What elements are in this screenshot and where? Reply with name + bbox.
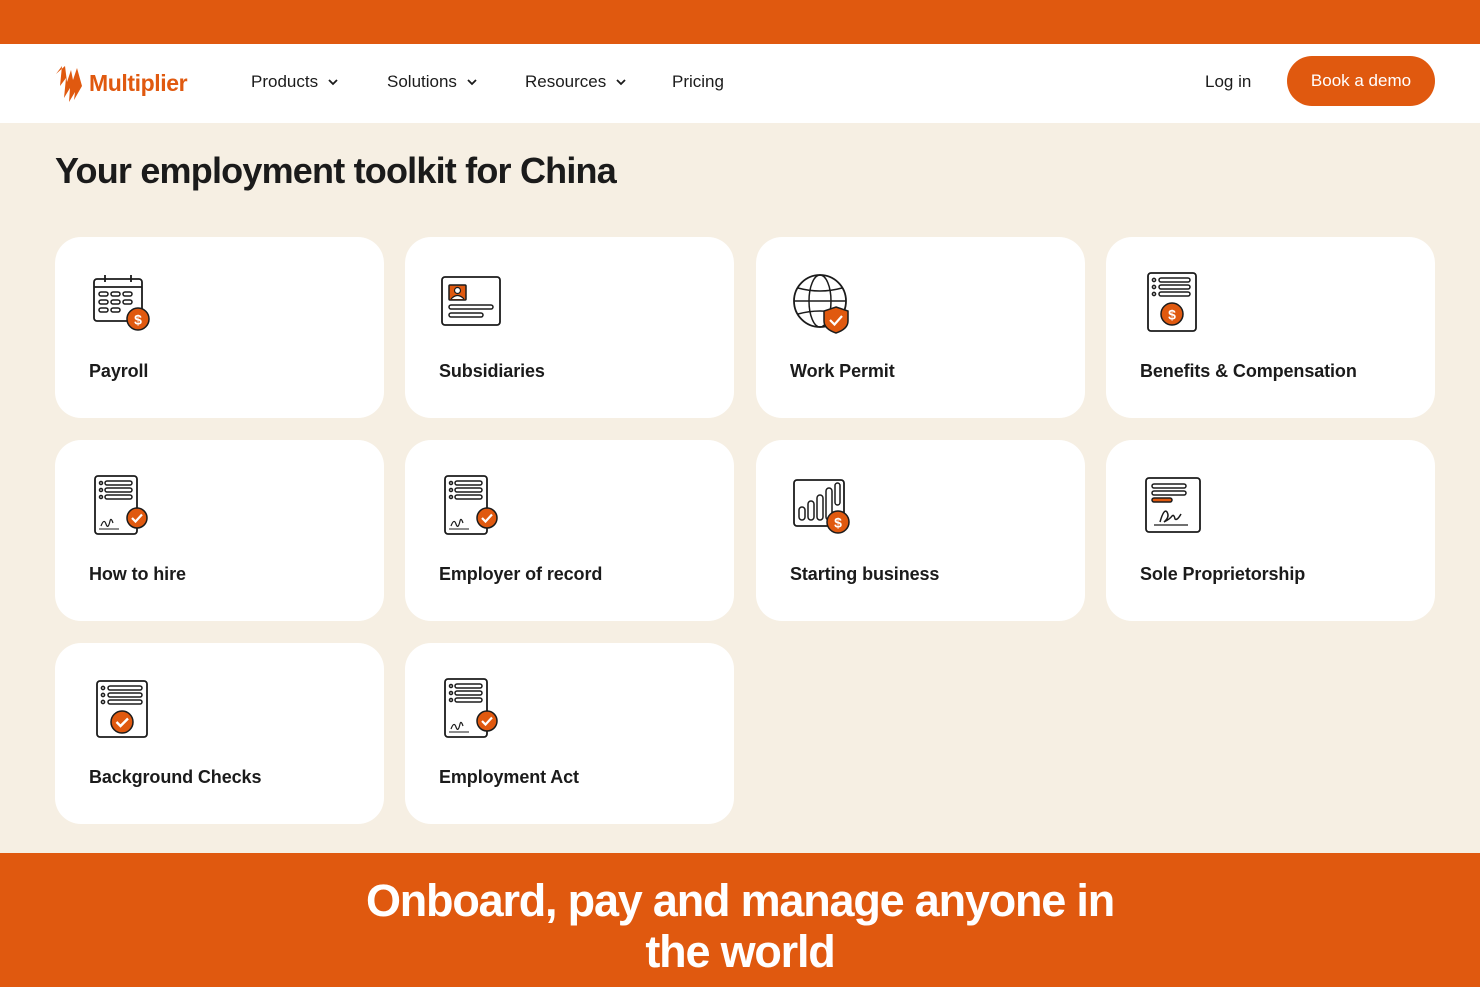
signed-document-check-icon	[94, 475, 148, 535]
nav-solutions-label: Solutions	[387, 72, 457, 91]
nav-products[interactable]: Products	[251, 72, 339, 92]
chevron-down-icon	[328, 79, 338, 86]
svg-text:$: $	[834, 515, 842, 531]
svg-text:$: $	[1168, 307, 1176, 323]
toolkit-card-how-to-hire[interactable]: How to hire	[55, 440, 384, 621]
nav-resources[interactable]: Resources	[525, 72, 627, 92]
chevron-down-icon	[616, 79, 626, 86]
signed-document-check-icon	[444, 678, 498, 738]
bar-chart-dollar-icon: $	[793, 479, 850, 534]
book-demo-button[interactable]: Book a demo	[1287, 56, 1435, 106]
logo-wordmark: Multiplier	[89, 69, 188, 96]
toolkit-card-background-checks[interactable]: Background Checks	[55, 643, 384, 824]
nav-pricing[interactable]: Pricing	[672, 72, 724, 92]
cta-headline-line-2: the world	[645, 926, 835, 977]
nav-resources-label: Resources	[525, 72, 607, 91]
toolkit-card-employer-of-record[interactable]: Employer of record	[405, 440, 734, 621]
navbar: Multiplier Products Solutions Resources …	[0, 44, 1480, 123]
payroll-calendar-icon: $	[93, 275, 150, 331]
toolkit-card-benefits[interactable]: $ Benefits & Compensation	[1106, 237, 1435, 418]
document-dollar-icon: $	[1147, 272, 1197, 332]
signature-document-icon	[1145, 477, 1201, 533]
toolkit-card-employment-act[interactable]: Employment Act	[405, 643, 734, 824]
toolkit-card-subsidiaries[interactable]: Subsidiaries	[405, 237, 734, 418]
card-label: Benefits & Compensation	[1140, 361, 1357, 381]
multiplier-logo-icon	[56, 66, 82, 102]
card-label: Employment Act	[439, 767, 579, 787]
card-label: Work Permit	[790, 361, 895, 381]
toolkit-card-sole-proprietorship[interactable]: Sole Proprietorship	[1106, 440, 1435, 621]
svg-text:$: $	[134, 312, 142, 328]
card-label: Background Checks	[89, 767, 262, 787]
card-label: Payroll	[89, 361, 149, 381]
card-label: Subsidiaries	[439, 361, 545, 381]
card-label: Starting business	[790, 564, 940, 584]
id-card-icon	[441, 276, 501, 326]
cta-banner: Onboard, pay and manage anyone in the wo…	[0, 853, 1480, 987]
globe-shield-icon	[793, 274, 849, 334]
nav-pricing-label: Pricing	[672, 72, 724, 91]
logo[interactable]: Multiplier	[53, 62, 188, 104]
toolkit-card-work-permit[interactable]: Work Permit	[756, 237, 1085, 418]
page-title: Your employment toolkit for China	[55, 150, 617, 191]
cta-headline-line-1: Onboard, pay and manage anyone in	[365, 875, 1115, 926]
document-check-icon	[96, 680, 148, 738]
nav-products-label: Products	[251, 72, 319, 91]
toolkit-card-payroll[interactable]: $ Payroll	[55, 237, 384, 418]
card-label: Employer of record	[439, 564, 603, 584]
chevron-down-icon	[467, 79, 477, 86]
card-label: How to hire	[89, 564, 186, 584]
toolkit-card-starting-business[interactable]: $ Starting business	[756, 440, 1085, 621]
signed-document-check-icon	[444, 475, 498, 535]
nav-solutions[interactable]: Solutions	[387, 72, 478, 92]
cta-headline: Onboard, pay and manage anyone in the wo…	[0, 875, 1480, 977]
card-label: Sole Proprietorship	[1140, 564, 1306, 584]
top-banner-strip	[0, 0, 1480, 44]
login-link[interactable]: Log in	[1205, 72, 1251, 92]
